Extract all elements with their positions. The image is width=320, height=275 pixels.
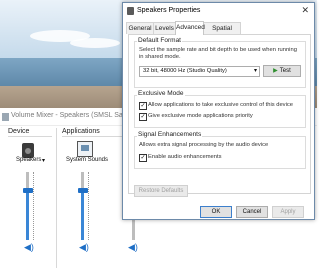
- sample-rate-select[interactable]: 32 bit, 48000 Hz (Studio Quality) ▾: [139, 66, 260, 77]
- speaker-icon: [127, 7, 134, 15]
- cancel-button[interactable]: Cancel: [236, 206, 268, 218]
- advanced-panel: Default Format Select the sample rate an…: [128, 34, 311, 197]
- signal-enhancements-group: [134, 136, 306, 169]
- allow-exclusive-checkbox[interactable]: ✓: [139, 102, 147, 110]
- test-button-label: Test: [279, 68, 291, 74]
- exclusive-mode-group: [134, 95, 306, 128]
- system-sounds-volume-level: [81, 190, 84, 240]
- default-format-heading: Default Format: [137, 37, 182, 44]
- close-icon[interactable]: ✕: [301, 5, 309, 16]
- applications-header-line: [62, 136, 122, 137]
- chevron-down-icon: ▾: [253, 68, 257, 74]
- device-header: Device: [8, 128, 30, 135]
- exclusive-mode-heading: Exclusive Mode: [137, 90, 185, 97]
- volume-mixer-icon: [2, 113, 9, 121]
- tab-levels[interactable]: Levels: [153, 22, 176, 34]
- exclusive-priority-label[interactable]: Give exclusive mode applications priorit…: [148, 113, 253, 120]
- allow-exclusive-label[interactable]: Allow applications to take exclusive con…: [148, 102, 293, 109]
- chevron-down-icon[interactable]: ▾: [42, 157, 45, 164]
- system-sounds-volume-ticks: [88, 172, 93, 240]
- tab-general[interactable]: General: [126, 22, 154, 34]
- default-format-description: Select the sample rate and bit depth to …: [139, 47, 297, 60]
- column-divider: [56, 128, 57, 268]
- sample-rate-value: 32 bit, 48000 Hz (Studio Quality): [143, 68, 227, 74]
- tab-advanced[interactable]: Advanced: [175, 21, 205, 35]
- system-sounds-label: System Sounds: [66, 157, 109, 163]
- tab-spatial-sound[interactable]: Spatial sound: [203, 22, 241, 43]
- device-header-line: [8, 136, 52, 137]
- device-volume-thumb[interactable]: [23, 188, 33, 193]
- device-speaker-icon[interactable]: ◀): [24, 242, 34, 253]
- exclusive-priority-checkbox[interactable]: ✓: [139, 113, 147, 121]
- extra-speaker-icon[interactable]: ◀): [128, 242, 138, 253]
- restore-defaults-button[interactable]: Restore Defaults: [134, 185, 188, 197]
- test-button[interactable]: ▶ Test: [263, 65, 301, 77]
- speakers-device-label[interactable]: Speakers: [16, 157, 41, 163]
- cloud: [70, 38, 120, 48]
- system-sounds-speaker-icon[interactable]: ◀): [79, 242, 89, 253]
- enable-enhancements-label[interactable]: Enable audio enhancements: [148, 154, 221, 161]
- play-icon: ▶: [273, 68, 278, 74]
- speakers-device-icon[interactable]: [22, 143, 34, 158]
- device-volume-level: [26, 190, 29, 240]
- system-sounds-volume-thumb[interactable]: [78, 188, 88, 193]
- applications-header: Applications: [62, 128, 100, 135]
- speakers-properties-dialog: Speakers Properties ✕ General Levels Adv…: [122, 2, 315, 220]
- system-sounds-icon[interactable]: [77, 141, 93, 157]
- dialog-titlebar: Speakers Properties ✕: [123, 3, 314, 19]
- device-volume-ticks: [33, 172, 38, 240]
- ok-button[interactable]: OK: [200, 206, 232, 218]
- signal-enhancements-heading: Signal Enhancements: [137, 131, 203, 138]
- signal-enhancements-description: Allows extra signal processing by the au…: [139, 142, 269, 148]
- dialog-title: Speakers Properties: [137, 7, 201, 14]
- apply-button[interactable]: Apply: [272, 206, 304, 218]
- enable-enhancements-checkbox[interactable]: ✓: [139, 154, 147, 162]
